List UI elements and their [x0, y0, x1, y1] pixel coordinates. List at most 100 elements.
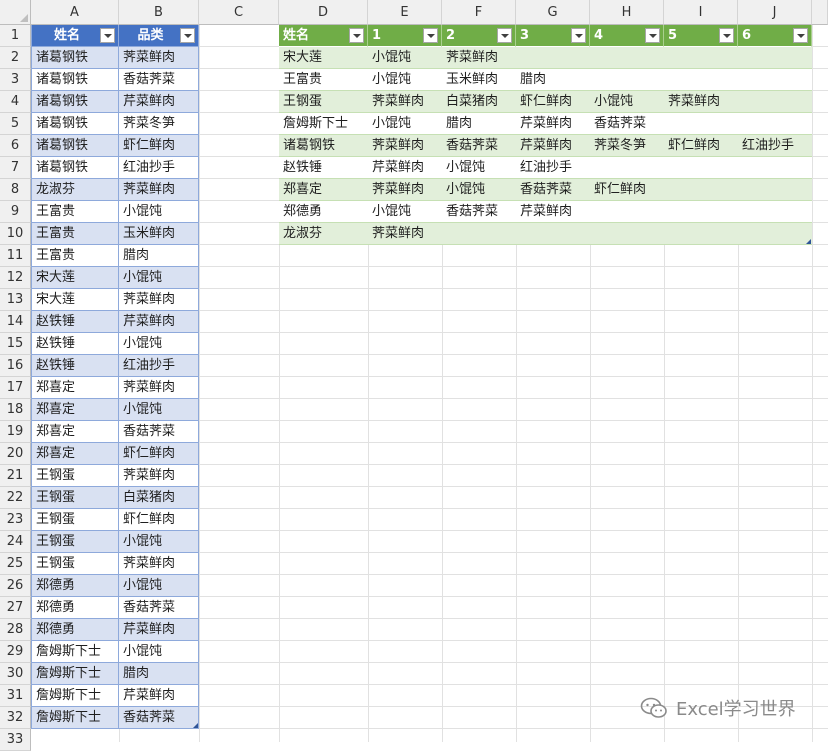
table1-cell[interactable]: 王钢蛋 [31, 487, 119, 509]
table2-cell[interactable] [738, 223, 812, 245]
table2-header-3[interactable]: 3 [516, 25, 590, 47]
row-header-17[interactable]: 17 [0, 377, 31, 399]
table2-cell[interactable] [590, 157, 664, 179]
table1-cell[interactable]: 詹姆斯下士 [31, 707, 119, 729]
row-header-29[interactable]: 29 [0, 641, 31, 663]
table2-cell[interactable] [664, 69, 738, 91]
table2-cell[interactable] [664, 113, 738, 135]
table2-cell[interactable] [590, 69, 664, 91]
row-header-21[interactable]: 21 [0, 465, 31, 487]
row-header-5[interactable]: 5 [0, 113, 31, 135]
table1-cell[interactable]: 小馄饨 [119, 641, 199, 663]
table2-cell[interactable] [738, 69, 812, 91]
table2-col6-filter-button[interactable] [793, 28, 808, 43]
table2-header-2[interactable]: 2 [442, 25, 516, 47]
table1-cell[interactable]: 王富贵 [31, 245, 119, 267]
table1-cell[interactable]: 小馄饨 [119, 333, 199, 355]
table1-cell[interactable]: 王钢蛋 [31, 509, 119, 531]
table1-resize-handle[interactable] [193, 723, 198, 728]
table2-cell[interactable]: 小馄饨 [442, 157, 516, 179]
row-header-19[interactable]: 19 [0, 421, 31, 443]
table1-cell[interactable]: 荠菜鲜肉 [119, 377, 199, 399]
table2-cell[interactable]: 小馄饨 [590, 91, 664, 113]
table2-cell[interactable]: 虾仁鲜肉 [590, 179, 664, 201]
row-header-27[interactable]: 27 [0, 597, 31, 619]
table1-cell[interactable]: 诸葛钢铁 [31, 91, 119, 113]
table1-cell[interactable]: 王钢蛋 [31, 531, 119, 553]
table1-cell[interactable]: 小馄饨 [119, 399, 199, 421]
table2-cell[interactable] [738, 47, 812, 69]
table2-col5-filter-button[interactable] [719, 28, 734, 43]
table2-cell[interactable] [738, 179, 812, 201]
table2-cell[interactable]: 赵铁锤 [279, 157, 368, 179]
table1-cell[interactable]: 小馄饨 [119, 531, 199, 553]
table1-cell[interactable]: 芹菜鲜肉 [119, 311, 199, 333]
row-header-31[interactable]: 31 [0, 685, 31, 707]
table2-cell[interactable]: 红油抄手 [738, 135, 812, 157]
table1-cell[interactable]: 红油抄手 [119, 355, 199, 377]
table1-cell[interactable]: 荠菜鲜肉 [119, 465, 199, 487]
row-header-28[interactable]: 28 [0, 619, 31, 641]
table1-col1-filter-button[interactable] [100, 28, 115, 43]
column-header-J[interactable]: J [738, 0, 812, 25]
table1-cell[interactable]: 小馄饨 [119, 267, 199, 289]
table1-cell[interactable]: 郑德勇 [31, 619, 119, 641]
table2-cell[interactable] [590, 201, 664, 223]
table1-cell[interactable]: 芹菜鲜肉 [119, 685, 199, 707]
table2-cell[interactable] [664, 201, 738, 223]
table2-cell[interactable]: 香菇荠菜 [442, 201, 516, 223]
row-header-23[interactable]: 23 [0, 509, 31, 531]
table2-cell[interactable]: 荠菜鲜肉 [368, 91, 442, 113]
table1-cell[interactable]: 诸葛钢铁 [31, 135, 119, 157]
table1-cell[interactable]: 王富贵 [31, 201, 119, 223]
row-header-3[interactable]: 3 [0, 69, 31, 91]
table1-cell[interactable]: 小馄饨 [119, 575, 199, 597]
table2-cell[interactable]: 红油抄手 [516, 157, 590, 179]
row-header-16[interactable]: 16 [0, 355, 31, 377]
table1-cell[interactable]: 小馄饨 [119, 201, 199, 223]
table1-cell[interactable]: 王钢蛋 [31, 465, 119, 487]
table2-cell[interactable]: 腊肉 [442, 113, 516, 135]
table1-cell[interactable]: 荠菜冬笋 [119, 113, 199, 135]
row-header-11[interactable]: 11 [0, 245, 31, 267]
table1-cell[interactable]: 诸葛钢铁 [31, 69, 119, 91]
table1-cell[interactable]: 诸葛钢铁 [31, 113, 119, 135]
table2-cell[interactable]: 小馄饨 [442, 179, 516, 201]
table2-col0-filter-button[interactable] [349, 28, 364, 43]
column-header-B[interactable]: B [119, 0, 199, 25]
table2-cell[interactable]: 虾仁鲜肉 [516, 91, 590, 113]
row-header-25[interactable]: 25 [0, 553, 31, 575]
column-header-G[interactable]: G [516, 0, 590, 25]
table2-cell[interactable]: 小馄饨 [368, 113, 442, 135]
row-header-1[interactable]: 1 [0, 25, 31, 47]
table1-cell[interactable]: 荠菜鲜肉 [119, 179, 199, 201]
table2-cell[interactable]: 荠菜鲜肉 [368, 223, 442, 245]
table1-cell[interactable]: 虾仁鲜肉 [119, 135, 199, 157]
table2-cell[interactable] [516, 47, 590, 69]
table2-cell[interactable]: 宋大莲 [279, 47, 368, 69]
column-header-H[interactable]: H [590, 0, 664, 25]
table2-cell[interactable]: 荠菜鲜肉 [368, 179, 442, 201]
table2-header-6[interactable]: 6 [738, 25, 812, 47]
table2-cell[interactable]: 荠菜鲜肉 [442, 47, 516, 69]
table1-header-name[interactable]: 姓名 [31, 25, 119, 47]
row-header-33[interactable]: 33 [0, 729, 31, 751]
table2-header-0[interactable]: 姓名 [279, 25, 368, 47]
table2-col2-filter-button[interactable] [497, 28, 512, 43]
table2-cell[interactable]: 郑德勇 [279, 201, 368, 223]
table1-cell[interactable]: 荠菜鲜肉 [119, 553, 199, 575]
table1-cell[interactable]: 詹姆斯下士 [31, 641, 119, 663]
table2-cell[interactable]: 王钢蛋 [279, 91, 368, 113]
table1-cell[interactable]: 虾仁鲜肉 [119, 509, 199, 531]
table1-cell[interactable]: 郑德勇 [31, 575, 119, 597]
table1-cell[interactable]: 香菇荠菜 [119, 69, 199, 91]
table2-cell[interactable]: 郑喜定 [279, 179, 368, 201]
table2-cell[interactable]: 小馄饨 [368, 47, 442, 69]
table1-cell[interactable]: 诸葛钢铁 [31, 47, 119, 69]
table1-cell[interactable]: 宋大莲 [31, 289, 119, 311]
table2-cell[interactable]: 芹菜鲜肉 [516, 135, 590, 157]
row-header-8[interactable]: 8 [0, 179, 31, 201]
table2-cell[interactable] [664, 47, 738, 69]
table1-cell[interactable]: 龙淑芬 [31, 179, 119, 201]
table2-cell[interactable]: 小馄饨 [368, 69, 442, 91]
